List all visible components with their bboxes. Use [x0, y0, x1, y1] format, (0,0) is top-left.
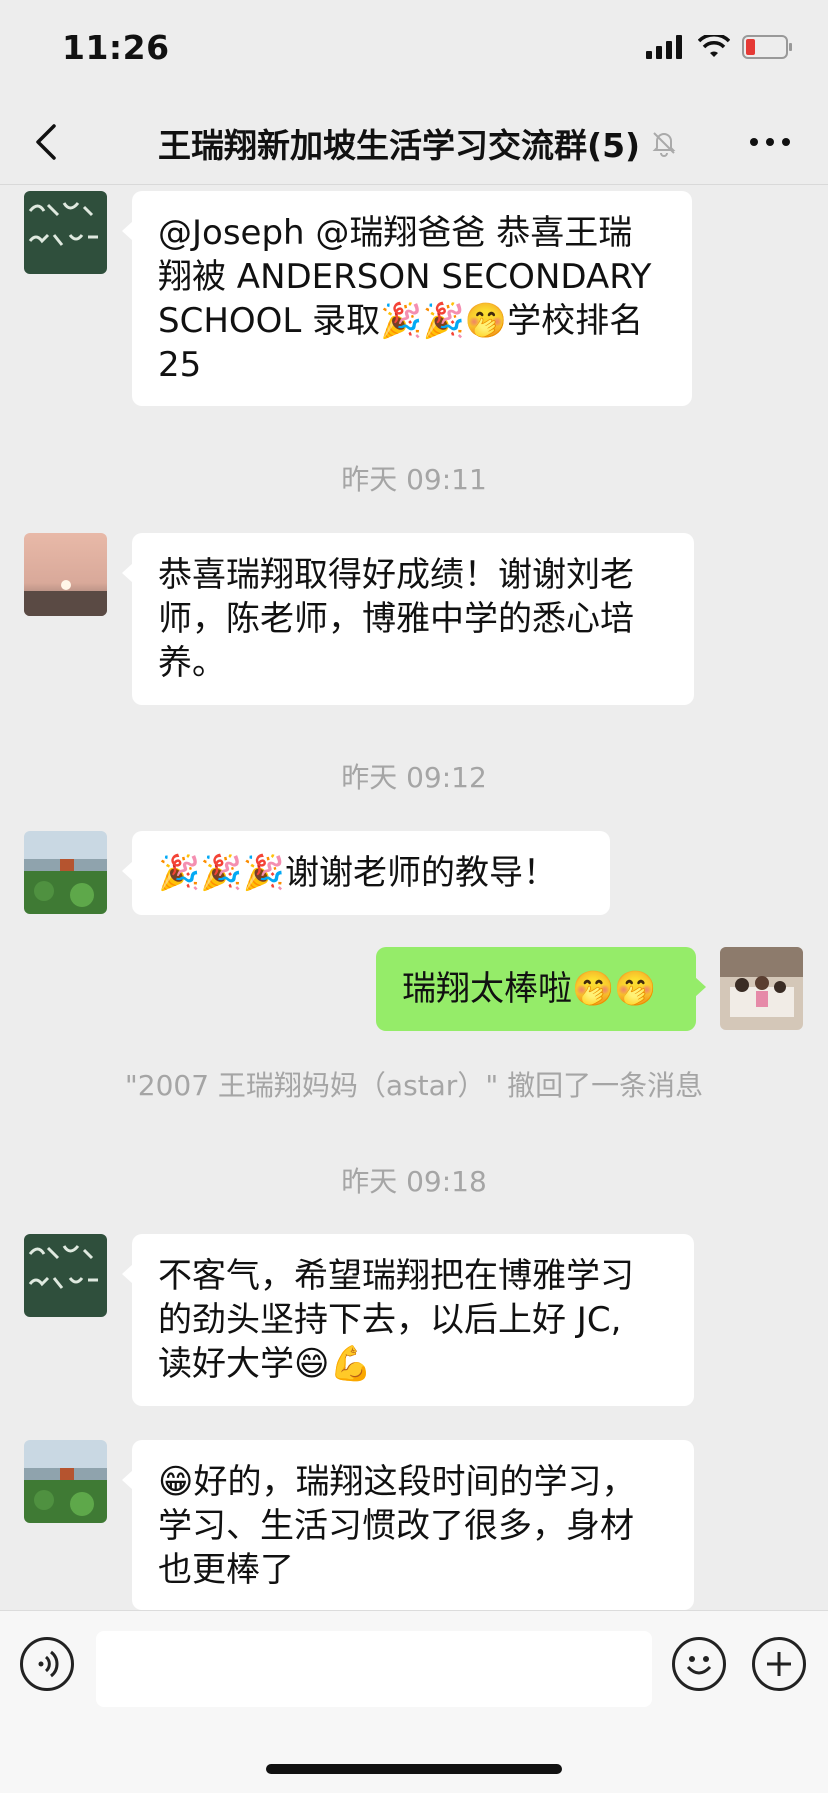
avatar-image [24, 831, 107, 914]
message-line: @Joseph @瑞翔爸爸 恭喜王瑞 [158, 213, 633, 253]
bell-off-icon [652, 132, 676, 157]
timestamp: 昨天 09:12 [341, 761, 487, 794]
avatar-chalkboard[interactable] [24, 1234, 107, 1317]
message-line: 😁好的，瑞翔这段时间的学习， [158, 1462, 636, 1502]
avatar-image [720, 947, 803, 1030]
message-bubble[interactable]: 不客气，希望瑞翔把在博雅学习 的劲头坚持下去，以后上好 JC, 读好大学😄💪 [122, 1234, 694, 1406]
title-group: 王瑞翔新加坡生活学习交流群(5) [158, 118, 698, 168]
more-dots-icon[interactable] [748, 128, 792, 156]
system-notice: "2007 王瑞翔妈妈（astar）" 撤回了一条消息 [124, 1069, 704, 1102]
smiley-face-icon [686, 1656, 712, 1675]
message-bubble[interactable]: 🎉🎉🎉谢谢老师的教导！ [122, 831, 610, 915]
battery-icon [742, 35, 792, 59]
signal-icon [646, 35, 682, 59]
avatar-landscape[interactable] [24, 831, 107, 914]
message-line: 的劲头坚持下去，以后上好 JC, [158, 1300, 622, 1340]
message-line: 25 [158, 345, 202, 385]
plus-icon[interactable] [752, 1637, 806, 1691]
chat-title: 王瑞翔新加坡生活学习交流群(5) [158, 126, 641, 165]
emoji-icon[interactable] [672, 1637, 726, 1691]
voice-waves-icon [38, 1650, 59, 1678]
message-line: 学习、生活习惯改了很多，身材 [158, 1506, 634, 1546]
voice-icon[interactable] [20, 1637, 74, 1691]
message-bubble[interactable]: @Joseph @瑞翔爸爸 恭喜王瑞 翔被 ANDERSON SECONDARY… [122, 191, 692, 406]
avatar-landscape[interactable] [24, 1440, 107, 1523]
chat-header: 王瑞翔新加坡生活学习交流群(5) [0, 100, 828, 185]
my-message-bubble[interactable]: 瑞翔太棒啦🤭🤭 [376, 947, 706, 1031]
avatar-image [24, 191, 107, 274]
avatar-sunset[interactable] [24, 533, 107, 616]
wifi-icon [698, 35, 730, 57]
status-bar: 11:26 [0, 0, 828, 100]
avatar-self[interactable] [720, 947, 803, 1030]
message-line: 养。 [158, 643, 226, 683]
message-line: 师，陈老师，博雅中学的悉心培 [158, 599, 634, 639]
timestamp: 昨天 09:18 [341, 1165, 487, 1198]
home-indicator[interactable] [266, 1764, 562, 1774]
message-line: 不客气，希望瑞翔把在博雅学习 [158, 1256, 634, 1296]
status-icons [646, 34, 794, 60]
message-line: 🎉🎉🎉谢谢老师的教导！ [158, 853, 558, 893]
timestamp: 昨天 09:11 [341, 463, 487, 496]
message-line: 瑞翔太棒啦🤭🤭 [402, 969, 657, 1009]
avatar-image [24, 1234, 107, 1317]
status-time: 11:26 [62, 28, 170, 67]
chevron-left-icon[interactable] [28, 120, 68, 164]
avatar-image [24, 1440, 107, 1523]
message-bubble[interactable]: 恭喜瑞翔取得好成绩！谢谢刘老 师，陈老师，博雅中学的悉心培 养。 [122, 533, 694, 705]
message-line: SCHOOL 录取🎉🎉🤭学校排名 [158, 301, 644, 341]
avatar-chalkboard[interactable] [24, 191, 107, 274]
message-bubble[interactable]: 😁好的，瑞翔这段时间的学习， 学习、生活习惯改了很多，身材 也更棒了 [122, 1440, 694, 1610]
message-line: 也更棒了 [158, 1550, 294, 1590]
message-line: 读好大学😄💪 [158, 1344, 372, 1384]
avatar-image [24, 533, 107, 616]
message-line: 翔被 ANDERSON SECONDARY [158, 257, 652, 297]
plus-sign-icon [767, 1652, 791, 1676]
message-input[interactable] [96, 1631, 652, 1707]
message-line: 恭喜瑞翔取得好成绩！谢谢刘老 [158, 555, 634, 595]
